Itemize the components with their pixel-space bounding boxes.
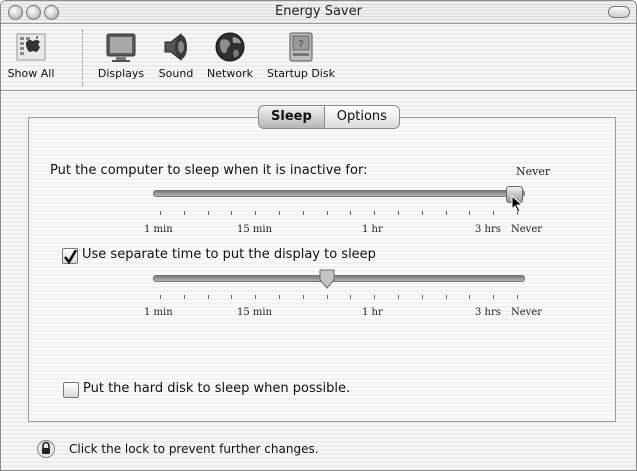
toolbar-sound[interactable]: Sound [154,30,198,80]
toolbar-label: Sound [158,67,194,80]
slider-tick [231,211,233,215]
slider-tick [421,211,423,215]
toolbar-startup-disk[interactable]: ? Startup Disk [261,30,341,80]
slider-tick [374,211,376,215]
slider-tick [517,295,518,299]
tab-sleep[interactable]: Sleep [258,105,325,129]
slider-tick [255,211,257,215]
tick-label-1min: 1 min [144,307,173,318]
slider-tick [231,295,233,299]
slider-tick [183,295,185,299]
sleep-panel: Put the computer to sleep when it is ina… [28,117,616,422]
slider-tick [326,295,328,299]
toolbar-label: Network [207,67,253,80]
slider-tick [517,211,518,215]
computer-sleep-value: Never [516,165,551,178]
slider-tick [302,295,304,299]
slider-tick [183,211,185,215]
slider-tick [374,295,376,299]
slider-tick [493,211,495,215]
toolbar-toggle-button[interactable] [608,6,630,18]
toolbar-label: Startup Disk [267,67,335,80]
slider-tick [493,295,495,299]
harddisk-sleep-label: Put the hard disk to sleep when possible… [83,381,351,396]
slider-tick [160,211,161,215]
toolbar: Show All Displays Sound Network ? Startu… [1,24,636,91]
slider-tick [207,211,209,215]
slider-tick [469,211,471,215]
toolbar-separator [82,30,83,86]
computer-sleep-label: Put the computer to sleep when it is ina… [50,163,368,178]
display-sleep-slider-track[interactable] [153,275,525,282]
slider-tick [279,295,280,299]
slider-tick [421,295,423,299]
slider-tick [445,211,447,215]
hard-disk-icon: ? [289,32,313,62]
slider-tick [350,211,352,215]
toolbar-label: Show All [7,67,55,80]
harddisk-sleep-checkbox[interactable] [63,382,79,398]
computer-sleep-slider-track[interactable] [153,190,525,197]
apple-grid-icon [16,33,46,61]
tick-label-15min: 15 min [237,307,273,318]
tick-label-never: Never [511,307,543,318]
energy-saver-window: Energy Saver Show All Displays Sound Net… [0,0,637,471]
slider-tick [469,295,471,299]
lock-message: Click the lock to prevent further change… [69,442,319,456]
tick-label-1hr: 1 hr [362,307,383,318]
slider-tick [302,211,304,215]
tick-label-3hrs: 3 hrs [475,307,501,318]
display-sleep-label: Use separate time to put the display to … [82,247,376,262]
display-sleep-checkbox[interactable] [62,248,78,265]
svg-text:?: ? [298,39,303,50]
slider-tick [398,211,399,215]
checkmark-icon [63,249,78,265]
display-sleep-slider-thumb[interactable] [318,269,336,289]
tick-label-3hrs: 3 hrs [475,224,501,235]
slider-tick [255,295,257,299]
toolbar-label: Displays [97,67,145,80]
tick-label-15min: 15 min [237,224,273,235]
window-title: Energy Saver [275,4,362,19]
slider-tick [326,211,328,215]
slider-tick [398,295,399,299]
slider-tick [207,295,209,299]
tab-options[interactable]: Options [324,105,400,129]
display-icon [106,33,136,62]
speaker-icon [164,32,187,62]
footer: Click the lock to prevent further change… [1,424,636,470]
mouse-cursor-icon [511,195,524,213]
tick-label-1hr: 1 hr [362,224,383,235]
tab-bar: Sleep Options [258,105,400,129]
slider-tick [445,295,447,299]
tick-label-1min: 1 min [144,224,173,235]
toolbar-displays[interactable]: Displays [93,30,149,80]
slider-tick [279,211,280,215]
slider-tick [350,295,352,299]
title-bar: Energy Saver [1,1,636,24]
slider-tick [160,295,161,299]
tick-label-never: Never [511,224,543,235]
toolbar-show-all[interactable]: Show All [5,30,57,80]
globe-icon [215,32,245,62]
toolbar-network[interactable]: Network [203,30,257,80]
lock-icon[interactable] [37,439,55,459]
